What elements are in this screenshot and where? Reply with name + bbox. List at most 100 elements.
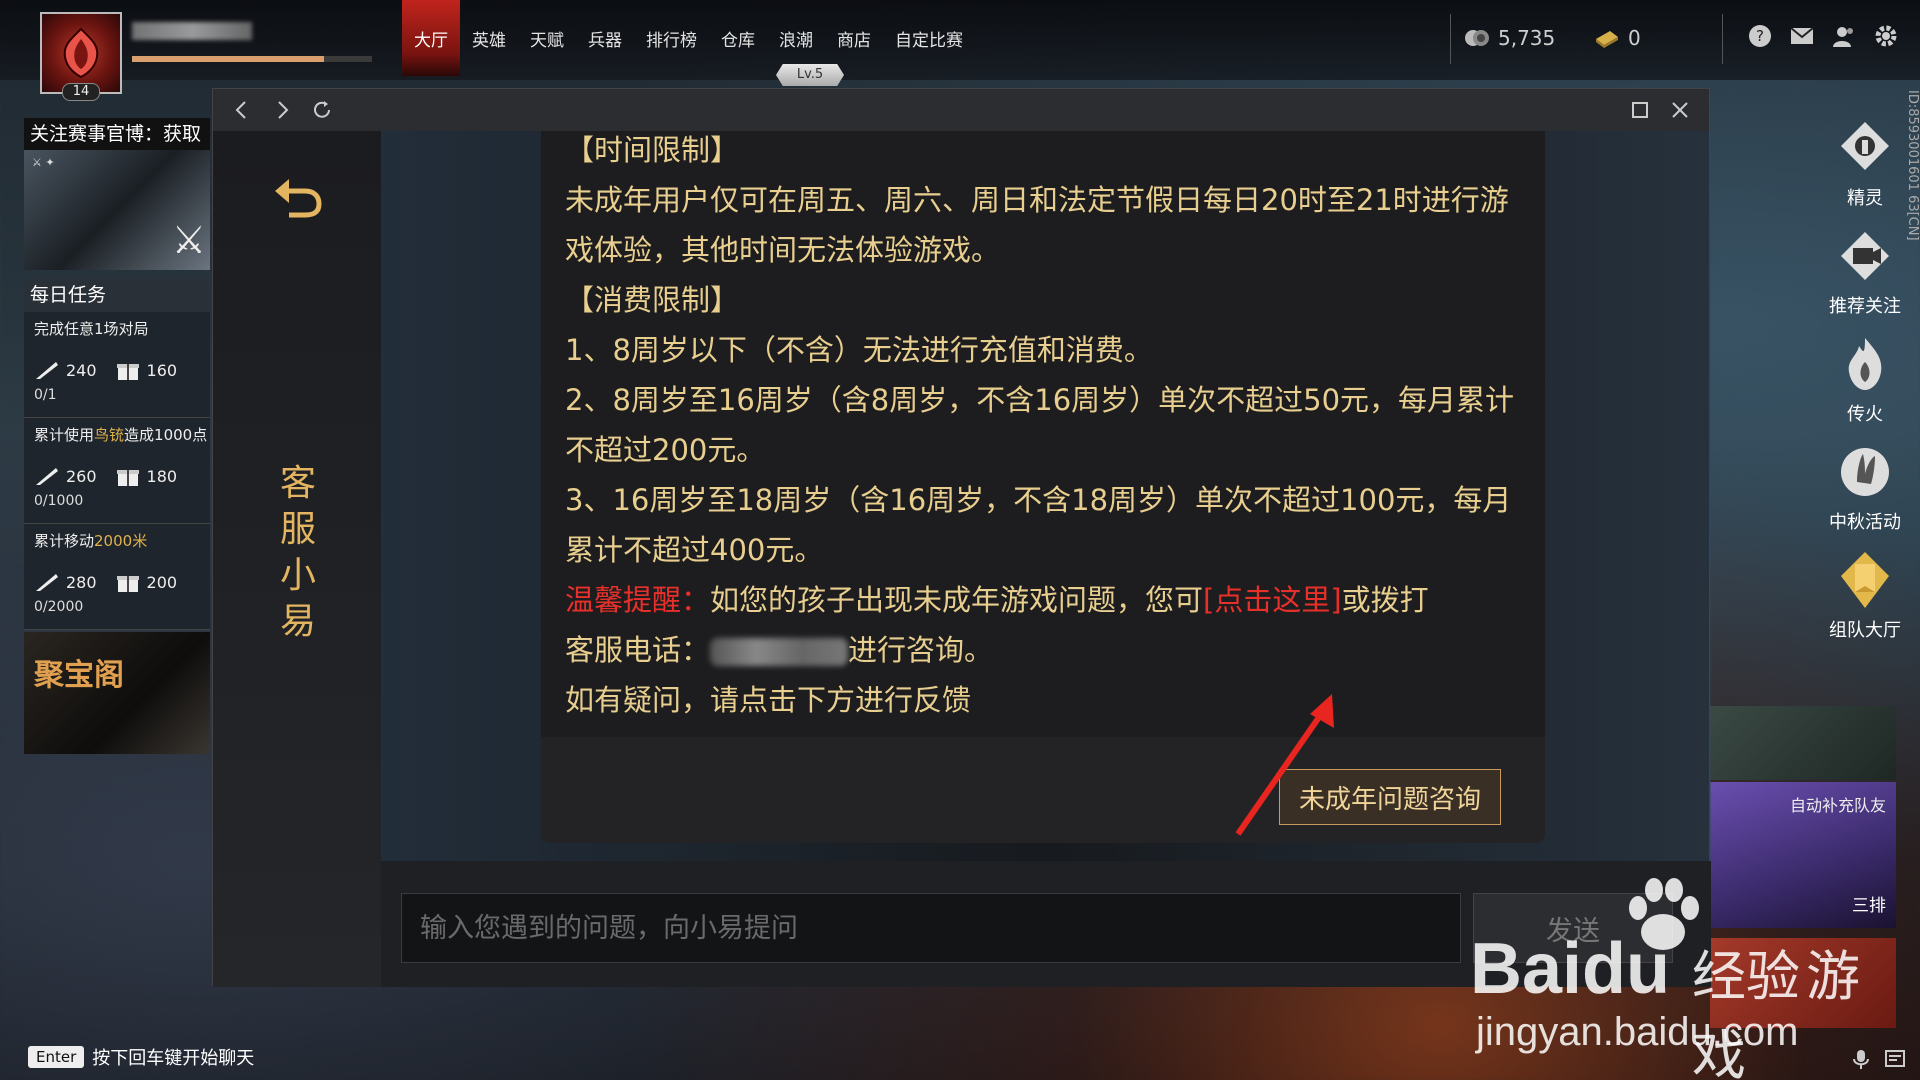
spend-rule-2: 2、8周岁至16周岁（含8周岁，不含16周岁）单次不超过50元，每月累计不超过2… — [565, 383, 1515, 467]
return-icon[interactable] — [271, 171, 327, 227]
reminder-text: 如您的孩子出现未成年游戏问题，您可 — [710, 583, 1204, 617]
chat-window-icon[interactable] — [1884, 1048, 1906, 1070]
chat-hint-text: 按下回车键开始聊天 — [92, 1048, 255, 1069]
message-footer: 未成年问题咨询 — [541, 737, 1545, 843]
ticket-currency[interactable]: 0 — [1594, 26, 1641, 50]
mail-icon[interactable] — [1790, 24, 1814, 48]
nav-item-lobby[interactable]: 大厅 — [402, 0, 460, 76]
nav-item-warehouse[interactable]: 仓库 — [709, 0, 767, 76]
top-right-icons: ? — [1748, 24, 1898, 48]
reward-a: 260 — [66, 466, 97, 486]
promo-logo: ⚔ ✦ — [32, 156, 55, 169]
divider — [1450, 14, 1451, 64]
feather-icon — [36, 468, 58, 485]
help-icon[interactable]: ? — [1748, 24, 1772, 48]
time-limit-heading: 【时间限制】 — [565, 133, 740, 167]
microphone-icon[interactable] — [1850, 1048, 1872, 1070]
maximize-icon[interactable] — [1627, 97, 1653, 123]
task-progress: 0/1 — [34, 387, 57, 403]
chat-hint: Enter 按下回车键开始聊天 — [28, 1044, 254, 1070]
reward-b: 160 — [146, 360, 178, 380]
feather-icon — [36, 362, 58, 379]
sidebar-item-recommended[interactable]: 推荐关注 — [1810, 226, 1920, 334]
clan-emblem-icon — [63, 27, 99, 79]
banner-icon — [1841, 552, 1889, 608]
enter-key-badge: Enter — [28, 1046, 85, 1068]
time-limit-text: 未成年用户仅可在周五、周六、周日和法定节假日每日20时至21时进行游戏体验，其他… — [565, 183, 1509, 267]
spirit-icon — [1841, 122, 1889, 170]
player-level-badge: 14 — [62, 83, 100, 101]
reminder-after: 或拨打 — [1341, 583, 1429, 617]
task-item[interactable]: 累计使用鸟铳造成1000点 260 180 0/1000 — [24, 418, 210, 524]
bottom-right-icons — [1850, 1048, 1906, 1070]
reward-a: 240 — [66, 360, 97, 380]
send-button[interactable]: 发送 — [1473, 893, 1673, 963]
phone-number-blurred — [710, 638, 849, 666]
task-progress: 0/2000 — [34, 599, 84, 615]
sidebar-label: 组队大厅 — [1829, 620, 1901, 641]
promo-title: 关注赛事官博：获取 — [24, 118, 210, 150]
nav-item-custom-match[interactable]: 自定比赛 — [883, 0, 975, 76]
flame-icon — [1848, 338, 1882, 390]
ticket-icon — [1596, 31, 1618, 48]
close-icon[interactable] — [1667, 97, 1693, 123]
nav-item-heroes[interactable]: 英雄 — [460, 0, 518, 76]
sidebar-item-team-hall[interactable]: 组队大厅 — [1810, 550, 1920, 658]
coin-amount: 5,735 — [1498, 26, 1556, 50]
xp-bar-fill — [132, 56, 324, 62]
trio-label: 三排 — [1852, 896, 1886, 916]
side-card-auto-fill[interactable]: 自动补充队友 三排 — [1710, 782, 1896, 928]
forward-nav-icon[interactable] — [269, 97, 295, 123]
sidebar-label: 中秋活动 — [1829, 512, 1901, 533]
task-item[interactable]: 累计移动2000米 280 200 0/2000 — [24, 524, 210, 630]
reminder-label: 温馨提醒： — [565, 583, 711, 617]
coin-icon — [1465, 30, 1489, 46]
side-card-emblem[interactable] — [1710, 938, 1896, 1028]
sidebar-label: 推荐关注 — [1829, 296, 1901, 317]
message-text: 【时间限制】 未成年用户仅可在周五、周六、周日和法定节假日每日20时至21时进行… — [565, 125, 1525, 725]
refresh-icon[interactable] — [309, 97, 335, 123]
spend-limit-heading: 【消费限制】 — [565, 283, 740, 317]
chat-area: 【时间限制】 未成年用户仅可在周五、周六、周日和法定节假日每日20时至21时进行… — [381, 131, 1711, 987]
sidebar-item-spirit[interactable]: 精灵 — [1810, 118, 1920, 226]
phone-after: 进行咨询。 — [848, 633, 994, 667]
sidebar-item-torch[interactable]: 传火 — [1810, 334, 1920, 442]
customer-service-window: 客服小易 【时间限制】 未成年用户仅可在周五、周六、周日和法定节假日每日20时至… — [212, 88, 1711, 987]
daily-tasks: 每日任务 完成任意1场对局 240 160 0/1 累计使用鸟铳造成1000点 … — [24, 278, 210, 630]
spend-rule-3: 3、16周岁至18周岁（含16周岁，不含18周岁）单次不超过100元，每月累计不… — [565, 483, 1512, 567]
daily-tasks-title: 每日任务 — [24, 278, 210, 312]
nav-item-leaderboard[interactable]: 排行榜 — [634, 0, 709, 76]
task-desc: 累计移动2000米 — [34, 532, 148, 550]
promo-banner[interactable]: ⚔ ✦ ⚔ — [24, 150, 210, 270]
promo-artwork: ⚔ — [171, 218, 206, 262]
rank-level-tag: Lv.5 — [776, 64, 844, 86]
side-card-mask[interactable] — [1710, 706, 1896, 780]
svg-text:?: ? — [1756, 27, 1764, 45]
task-progress: 0/1000 — [34, 493, 84, 509]
player-name-blurred — [132, 22, 252, 40]
friends-icon[interactable] — [1832, 24, 1856, 48]
task-item[interactable]: 完成任意1场对局 240 160 0/1 — [24, 312, 210, 418]
annotation-arrow-icon — [1235, 694, 1334, 836]
coin-currency[interactable]: 5,735 — [1464, 26, 1555, 50]
assistant-panel: 客服小易 — [213, 131, 381, 987]
phone-label: 客服电话： — [565, 633, 711, 667]
sidebar-item-mid-autumn[interactable]: 中秋活动 — [1810, 442, 1920, 550]
back-nav-icon[interactable] — [229, 97, 255, 123]
assistant-name: 客服小易 — [279, 463, 316, 642]
reminder-line: 温馨提醒：如您的孩子出现未成年游戏问题，您可[点击这里]或拨打 — [565, 575, 1525, 625]
ticket-amount: 0 — [1628, 26, 1641, 50]
reward-b: 180 — [146, 466, 178, 486]
gift-icon — [116, 470, 139, 486]
main-nav: 大厅 英雄 天赋 兵器 排行榜 仓库 浪潮 商店 自定比赛 — [402, 0, 975, 76]
right-sidebar: 精灵 推荐关注 传火 中秋活动 组队大厅 — [1810, 118, 1920, 658]
sidebar-label: 传火 — [1847, 404, 1883, 425]
top-bar: 14 大厅 英雄 天赋 兵器 排行榜 仓库 浪潮 商店 自定比赛 Lv.5 5,… — [0, 0, 1920, 101]
settings-icon[interactable] — [1874, 24, 1898, 48]
nav-item-talents[interactable]: 天赋 — [518, 0, 576, 76]
player-avatar[interactable] — [40, 12, 122, 94]
camera-icon — [1841, 232, 1889, 280]
treasure-pavilion[interactable]: 聚宝阁 — [24, 632, 210, 754]
click-here-link[interactable]: [点击这里] — [1203, 583, 1342, 617]
nav-item-weapons[interactable]: 兵器 — [576, 0, 634, 76]
